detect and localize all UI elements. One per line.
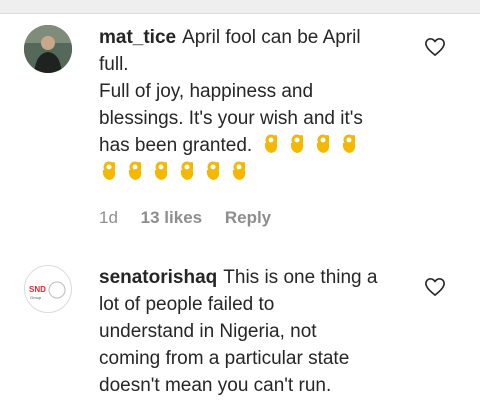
comment-line: has been granted. [99,135,253,156]
ok-hand-icon [291,134,304,153]
comment-text: senatorishaq This is one thing a lot of p… [99,264,399,399]
avatar-logo-subtext: Group [30,295,42,300]
comment-time: 1d [99,208,118,227]
comment-line: full. [99,54,129,75]
ok-hand-icon [317,134,330,153]
comment-line: April fool can be April [182,27,361,48]
ok-hand-icon [102,161,116,180]
comment-line: understand in Nigeria, not [99,321,317,342]
ok-hand-icon [265,134,278,153]
comment-likes[interactable]: 13 likes [141,208,202,227]
comment-meta: 1d 13 likes Reply [99,208,289,228]
comment-line: doesn't mean you can't run. [99,375,332,396]
ok-hand-icon [154,161,168,180]
like-heart-icon[interactable] [424,37,446,57]
reply-button[interactable]: Reply [225,208,271,227]
like-heart-icon[interactable] [424,277,446,297]
comment-line: blessings. It's your wish and it's [99,108,363,129]
comment-line: lot of people failed to [99,294,275,315]
comment-line: This is one thing a [223,267,378,288]
avatar-logo-text: SND [29,285,46,294]
comment-username[interactable]: senatorishaq [99,267,217,288]
ok-hand-icon [206,161,220,180]
comment-line: coming from a particular state [99,348,350,369]
top-status-strip [0,0,480,14]
avatar[interactable]: SND Group [24,265,72,313]
ok-hand-icon [343,134,356,153]
ok-hand-icon [180,161,194,180]
ok-hand-icon [128,161,142,180]
comment-text: mat_tice April fool can be April full. Fu… [99,24,399,186]
avatar[interactable] [24,25,72,73]
ok-hand-icon [232,161,246,180]
comment-username[interactable]: mat_tice [99,27,176,48]
comment-line: Full of joy, happiness and [99,81,314,102]
